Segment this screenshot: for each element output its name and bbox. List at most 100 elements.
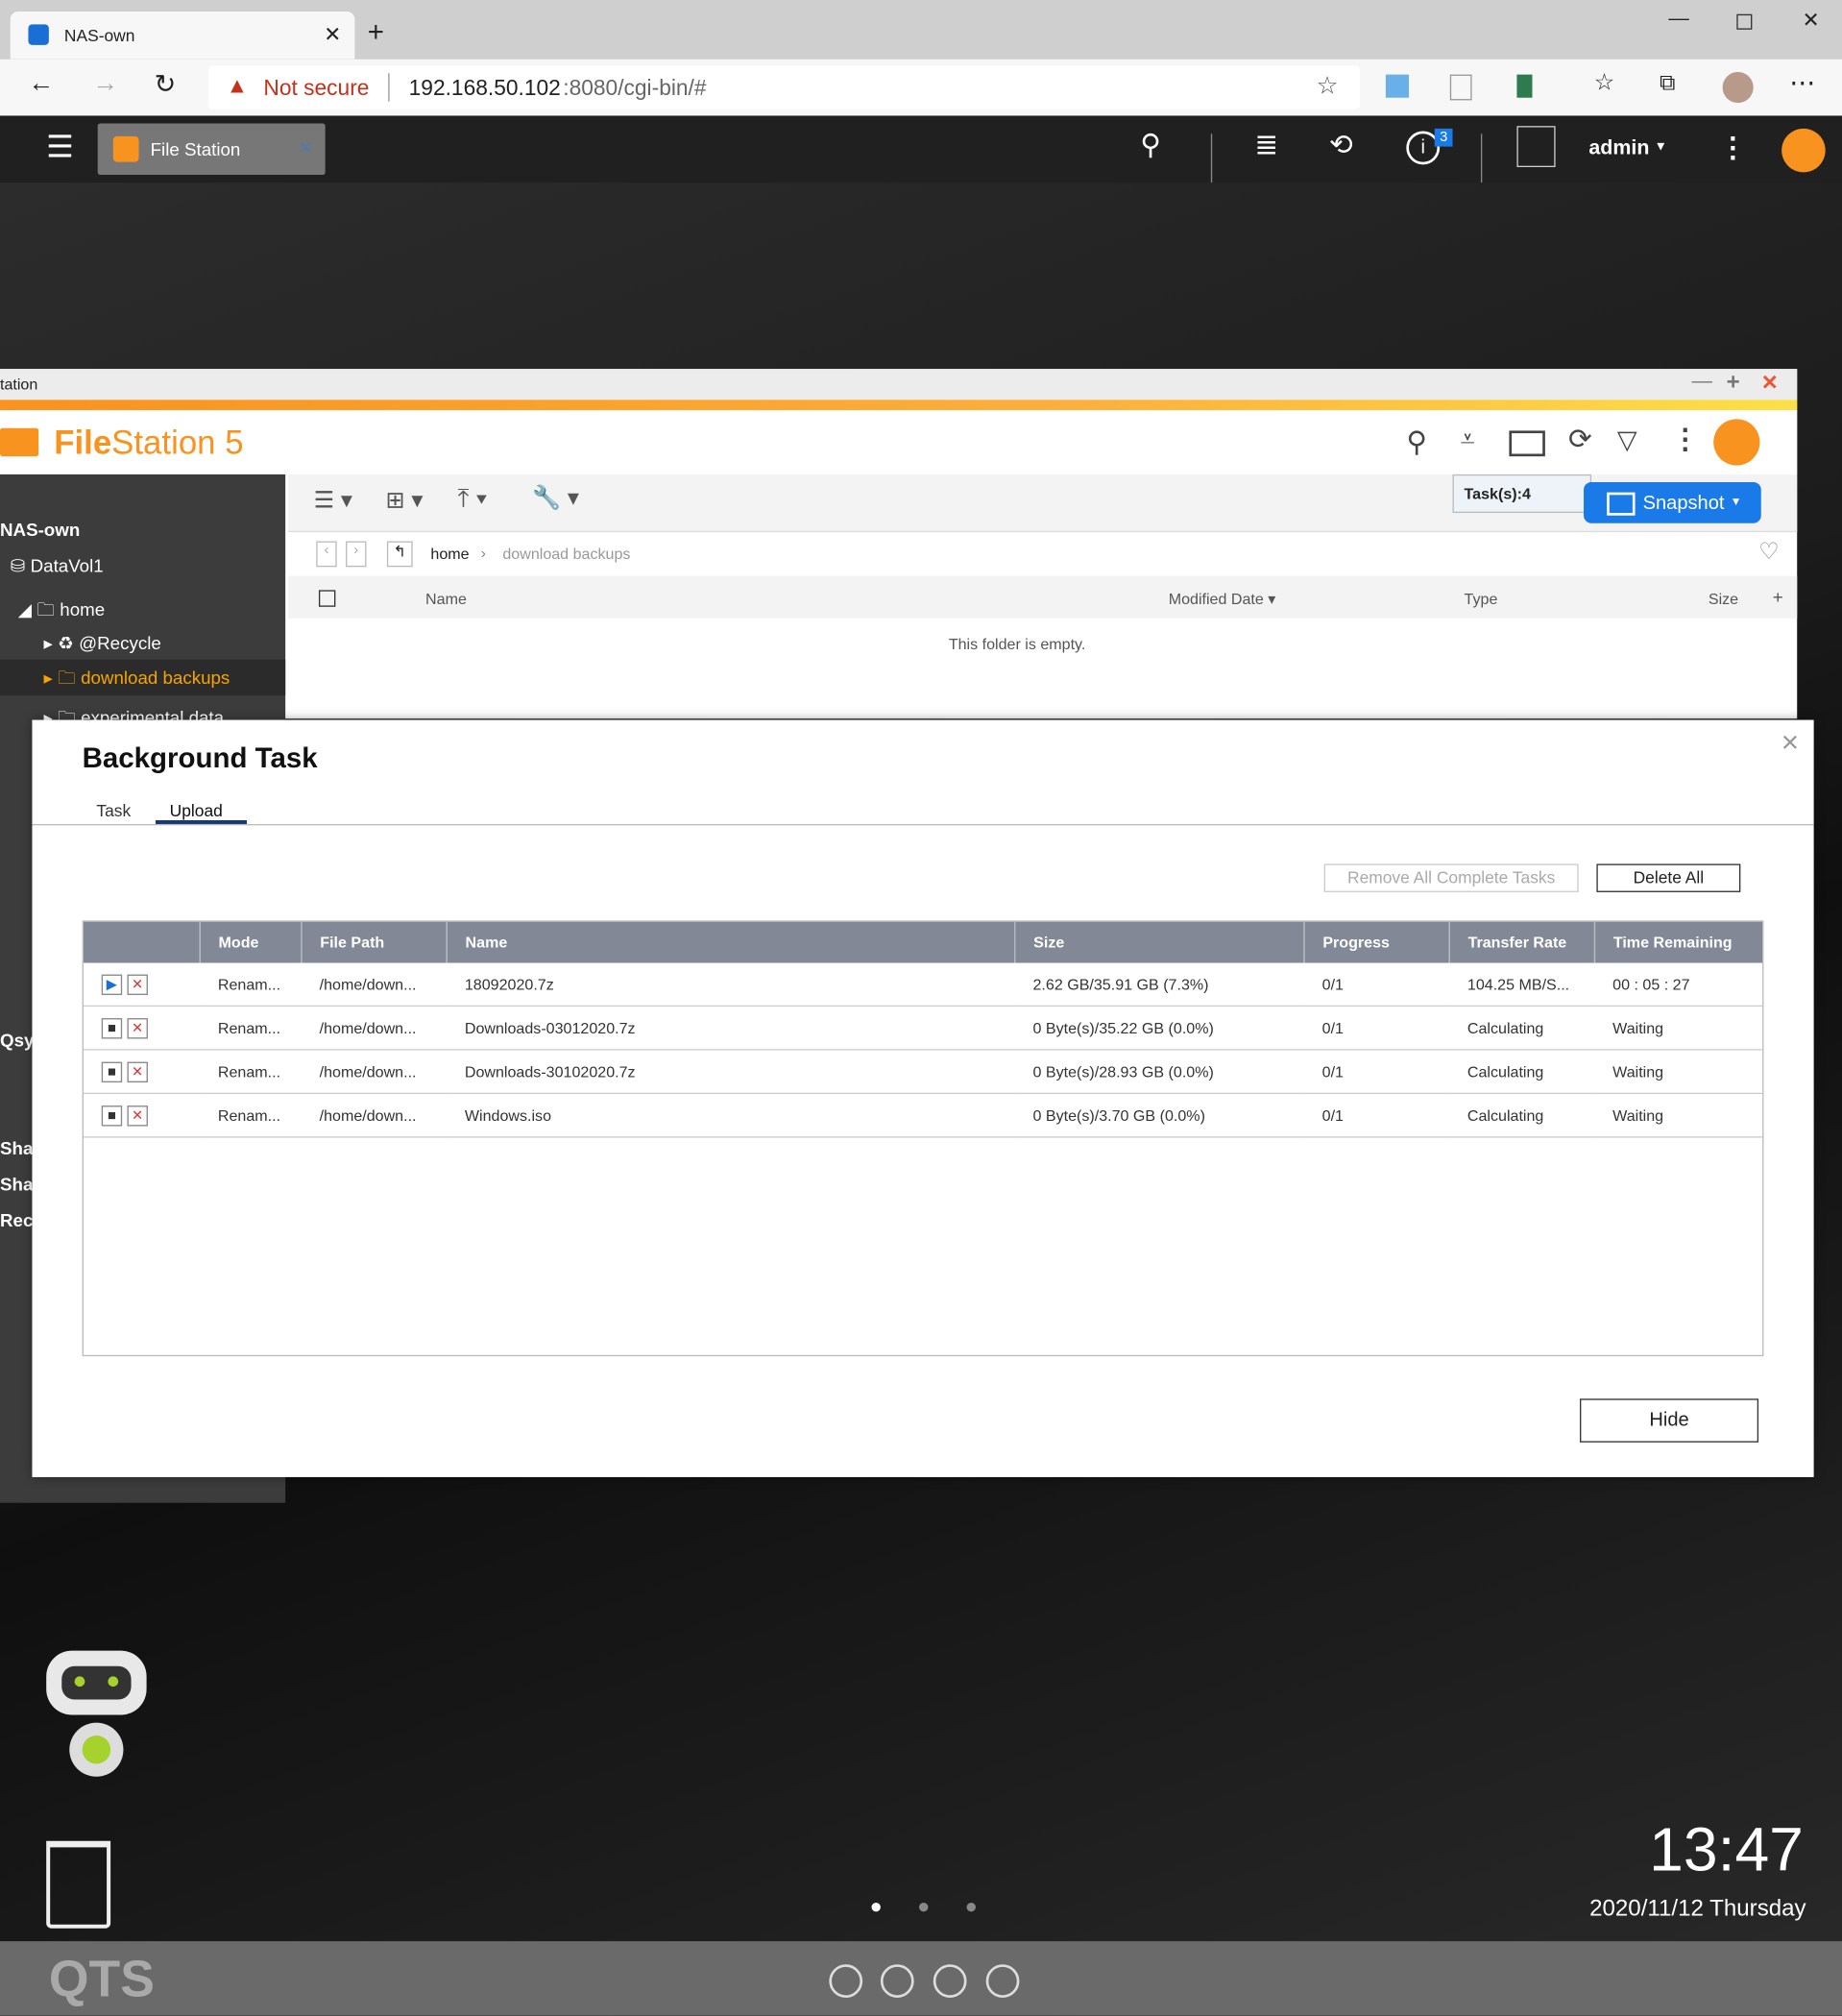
close-window-icon[interactable]: ✕: [1761, 370, 1779, 396]
forward-icon[interactable]: →: [92, 69, 118, 99]
tree-root[interactable]: NAS-own: [0, 520, 80, 540]
tree-item-download-backups[interactable]: ▸ 🗀 download backups: [0, 659, 286, 696]
column-type[interactable]: Type: [1465, 590, 1498, 608]
column-name[interactable]: Name: [425, 590, 467, 608]
column-name[interactable]: Name: [446, 921, 1015, 963]
column-size[interactable]: Size: [1709, 590, 1738, 608]
window-titlebar[interactable]: tation — + ✕: [0, 369, 1798, 401]
url-input[interactable]: ▲ Not secure 192.168.50.102 :8080/cgi-bi…: [207, 65, 1361, 109]
favorite-star-icon[interactable]: ☆: [1317, 72, 1339, 102]
parent-folder-button[interactable]: ↰: [386, 541, 413, 568]
page-dot-active[interactable]: [871, 1902, 881, 1912]
cancel-icon[interactable]: ✕: [127, 1105, 148, 1126]
tree-item-partial[interactable]: Shar: [0, 1138, 32, 1158]
stop-icon[interactable]: ■: [101, 1060, 123, 1082]
remove-complete-tasks-button[interactable]: Remove All Complete Tasks: [1323, 863, 1579, 892]
tree-item-partial[interactable]: Qsyn: [0, 1030, 32, 1050]
tab-upload[interactable]: Upload: [155, 801, 247, 824]
filter-icon[interactable]: ▽: [1617, 425, 1637, 456]
media-streaming-icon[interactable]: [1509, 430, 1545, 457]
external-device-icon[interactable]: ⟲: [1329, 129, 1353, 162]
favorite-heart-icon[interactable]: ♡: [1758, 539, 1780, 566]
upload-icon[interactable]: ⤒ ▾: [458, 485, 488, 515]
snapshot-button[interactable]: Snapshot ▼: [1584, 481, 1761, 523]
dock-tools-icon[interactable]: [880, 1964, 914, 1999]
more-options-icon[interactable]: ⋮: [1719, 132, 1747, 165]
more-icon[interactable]: ⋯: [1789, 67, 1815, 99]
search-icon[interactable]: ⚲: [1140, 129, 1161, 162]
tab-task[interactable]: Task: [96, 801, 131, 820]
select-all-checkbox[interactable]: [318, 590, 336, 607]
close-tab-icon[interactable]: ✕: [324, 22, 341, 48]
maximize-window-icon[interactable]: +: [1727, 369, 1740, 396]
page-dot[interactable]: [919, 1902, 929, 1912]
extension-image-icon[interactable]: [1385, 74, 1409, 98]
collections-icon[interactable]: ⧉: [1660, 71, 1675, 97]
menu-icon[interactable]: ☰: [46, 129, 74, 166]
maximize-icon[interactable]: [1736, 13, 1753, 30]
favorites-icon[interactable]: ☆: [1594, 69, 1615, 96]
tree-volume[interactable]: ⛁ DataVol1: [11, 555, 104, 577]
minimize-window-icon[interactable]: —: [1691, 370, 1711, 393]
table-row[interactable]: ■ ✕ Renam... /home/down... Downloads-3010…: [84, 1049, 1763, 1095]
stop-icon[interactable]: ■: [101, 1105, 123, 1126]
tree-item-partial[interactable]: Shar: [0, 1174, 32, 1194]
cancel-icon[interactable]: ✕: [127, 1060, 148, 1082]
close-dialog-icon[interactable]: ✕: [1781, 730, 1800, 757]
page-dot[interactable]: [966, 1902, 976, 1912]
column-progress[interactable]: Progress: [1303, 921, 1450, 963]
hide-button[interactable]: Hide: [1580, 1398, 1759, 1443]
chevron-down-icon[interactable]: ▼: [1655, 140, 1667, 155]
tools-icon[interactable]: 🔧 ▾: [532, 485, 579, 512]
extension-doc-icon[interactable]: [1449, 74, 1472, 101]
tree-item-recycle[interactable]: ▸ ♻ @Recycle: [44, 633, 161, 655]
stop-icon[interactable]: ■: [101, 1017, 123, 1038]
breadcrumb-home[interactable]: home: [430, 546, 469, 564]
play-icon[interactable]: ▶: [101, 973, 123, 995]
column-mode[interactable]: Mode: [199, 921, 302, 963]
reload-icon[interactable]: ↻: [155, 68, 176, 100]
tree-item-partial[interactable]: Rec: [0, 1210, 32, 1230]
dashboard-icon[interactable]: [1781, 128, 1826, 173]
new-tab-icon[interactable]: +: [368, 15, 384, 49]
more-icon[interactable]: ⋮: [1671, 423, 1699, 456]
column-transfer-rate[interactable]: Transfer Rate: [1448, 921, 1595, 963]
table-row[interactable]: ■ ✕ Renam... /home/down... Downloads-0301…: [84, 1006, 1763, 1051]
qsync-icon[interactable]: [1713, 419, 1760, 466]
column-modified-date[interactable]: Modified Date ▾: [1169, 590, 1276, 608]
dock-notes-icon[interactable]: [985, 1964, 1020, 1999]
background-tasks-icon[interactable]: ≣: [1254, 129, 1278, 162]
view-mode-icon[interactable]: ☰ ▾: [314, 487, 352, 514]
delete-all-button[interactable]: Delete All: [1596, 863, 1741, 892]
profile-avatar[interactable]: [1722, 71, 1754, 104]
robot-icon[interactable]: [46, 1650, 149, 1792]
table-row[interactable]: ▶ ✕ Renam... /home/down... 18092020.7z 2.…: [84, 962, 1763, 1008]
browser-tab[interactable]: NAS-own ✕: [10, 12, 355, 60]
add-column-icon[interactable]: +: [1773, 586, 1783, 606]
search-icon[interactable]: ⚲: [1406, 425, 1427, 459]
upload-table: Mode File Path Name Size Progress Transf…: [82, 920, 1764, 1357]
dock-app-icon[interactable]: [829, 1964, 863, 1999]
user-icon[interactable]: [1516, 126, 1556, 168]
trash-icon[interactable]: [46, 1840, 111, 1929]
extension-green-icon[interactable]: [1516, 74, 1533, 98]
create-folder-icon[interactable]: ⊞ ▾: [386, 487, 424, 514]
cancel-icon[interactable]: ✕: [127, 1017, 148, 1038]
close-window-icon[interactable]: ✕: [1803, 8, 1820, 34]
app-tab-file-station[interactable]: File Station ✕: [97, 123, 326, 176]
table-row[interactable]: ■ ✕ Renam... /home/down... Windows.iso 0 …: [84, 1093, 1763, 1138]
tree-home[interactable]: ◢ 🗀 home: [18, 596, 105, 627]
column-file-path[interactable]: File Path: [301, 921, 448, 963]
back-icon[interactable]: ←: [28, 69, 54, 99]
column-time-remaining[interactable]: Time Remaining: [1593, 921, 1763, 963]
background-task-icon[interactable]: ⩡: [1461, 425, 1475, 455]
minimize-icon[interactable]: —: [1668, 8, 1688, 31]
close-app-icon[interactable]: ✕: [299, 137, 313, 158]
column-size[interactable]: Size: [1014, 921, 1304, 963]
cancel-icon[interactable]: ✕: [127, 973, 148, 995]
refresh-icon[interactable]: ⟳: [1568, 423, 1592, 456]
dock-monitor-icon[interactable]: [933, 1964, 967, 1999]
forward-button[interactable]: ›: [346, 541, 367, 568]
user-menu[interactable]: admin: [1588, 137, 1649, 160]
back-button[interactable]: ‹: [316, 541, 337, 568]
